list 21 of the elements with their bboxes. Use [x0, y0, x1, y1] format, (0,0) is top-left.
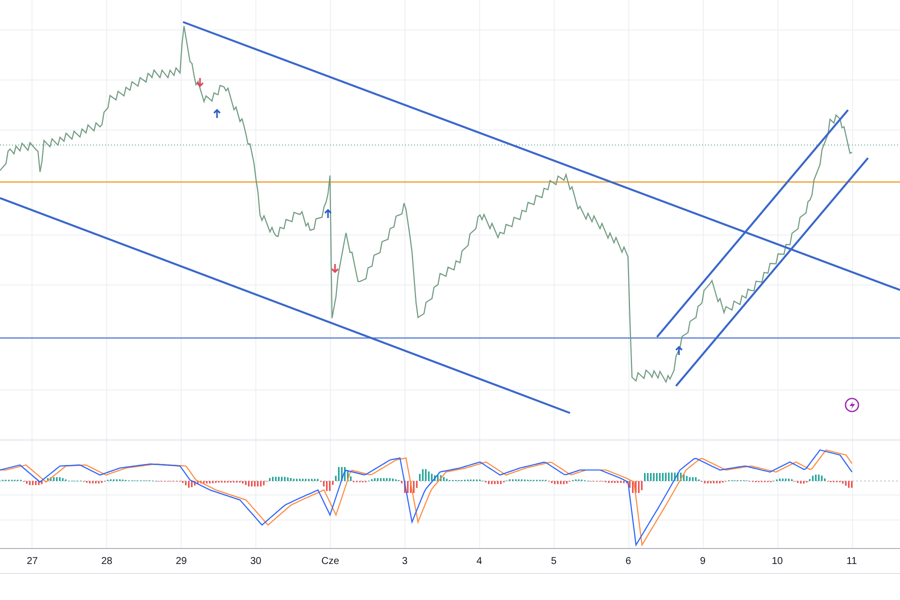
up-arrow-icon — [213, 108, 221, 119]
time-axis-label: 3 — [400, 556, 409, 566]
time-axis-label: 9 — [698, 556, 707, 566]
time-axis-label: 5 — [550, 556, 558, 566]
down-arrow-icon — [196, 77, 204, 88]
trend-line[interactable] — [656, 109, 849, 338]
trend-line[interactable] — [0, 197, 570, 414]
time-axis-label: 6 — [624, 556, 632, 566]
time-axis-label: 29 — [174, 556, 188, 566]
time-axis-label: 28 — [100, 556, 114, 566]
lightning-icon[interactable] — [844, 398, 860, 412]
up-arrow-icon — [675, 346, 683, 356]
time-axis-label: 30 — [249, 556, 262, 566]
time-axis-label: 4 — [475, 556, 484, 566]
up-arrow-icon — [324, 208, 332, 219]
trend-line[interactable] — [675, 157, 869, 387]
time-axis-label: 11 — [846, 556, 858, 566]
time-axis-label: 27 — [26, 556, 39, 566]
time-axis-label: 10 — [770, 556, 784, 566]
time-axis-label: Cze — [320, 556, 340, 566]
down-arrow-icon — [331, 263, 339, 274]
